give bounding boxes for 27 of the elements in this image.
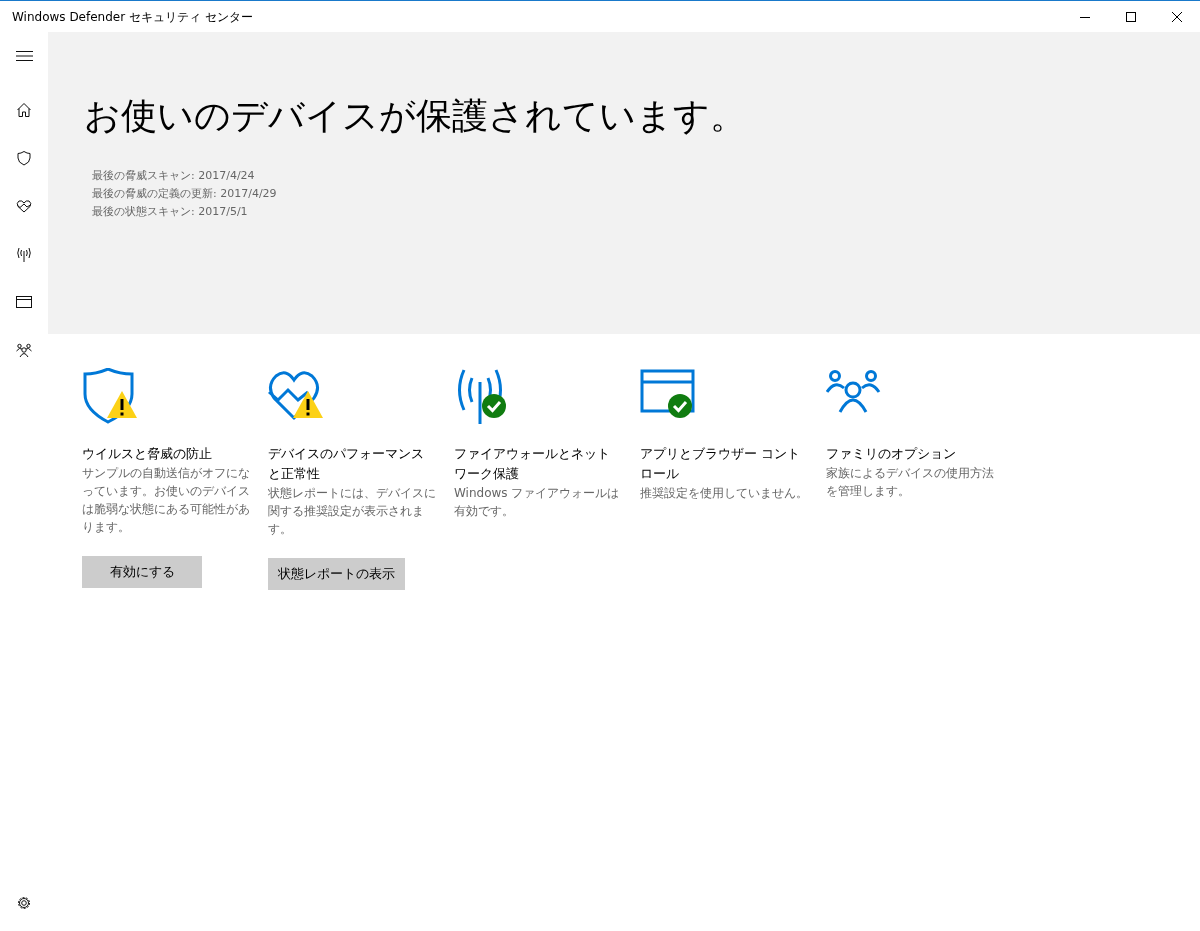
action-button[interactable]: 状態レポートの表示 (268, 558, 405, 590)
tile-title[interactable]: アプリとブラウザー コントロール (640, 444, 806, 484)
status-heading: お使いのデバイスが保護されています。 (84, 94, 747, 138)
scan-info-text: 最後の脅威の定義の更新: 2017/4/29 (92, 186, 278, 203)
shield-icon[interactable] (16, 150, 32, 166)
tile-title[interactable]: ウイルスと脅威の防止 (82, 444, 248, 464)
home-icon[interactable] (16, 102, 32, 118)
settings-icon[interactable] (16, 895, 32, 911)
tile-description: Windows ファイアウォールは有効です。 (454, 485, 621, 520)
action-button[interactable]: 有効にする (82, 556, 202, 588)
heart-icon[interactable] (16, 198, 32, 214)
antenna-icon[interactable] (16, 246, 32, 262)
tile-description: 家族によるデバイスの使用方法を管理します。 (826, 465, 995, 500)
tile-title[interactable]: ファイアウォールとネットワーク保護 (454, 444, 620, 484)
scan-info-text: 最後の脅威スキャン: 2017/4/24 (92, 168, 256, 185)
window-title: Windows Defender セキュリティ センター (11, 8, 253, 26)
tile-description: 推奨設定を使用していません。 (640, 485, 809, 502)
menu-button[interactable] (15, 50, 33, 62)
tile-title[interactable]: デバイスのパフォーマンスと正常性 (268, 444, 434, 484)
people-icon[interactable] (16, 342, 32, 358)
maximize-icon[interactable] (1126, 11, 1136, 22)
tile-description: 状態レポートには、デバイスに関する推奨設定が表示されます。 (268, 485, 437, 538)
browser-window-icon[interactable] (16, 294, 32, 310)
tile-description: サンプルの自動送信がオフになっています。お使いのデバイスは脆弱な状態にある可能性があります。 (82, 465, 251, 536)
close-icon[interactable] (1172, 11, 1182, 22)
scan-info-text: 最後の状態スキャン: 2017/5/1 (92, 204, 249, 221)
tile-title[interactable]: ファミリのオプション (826, 444, 992, 464)
